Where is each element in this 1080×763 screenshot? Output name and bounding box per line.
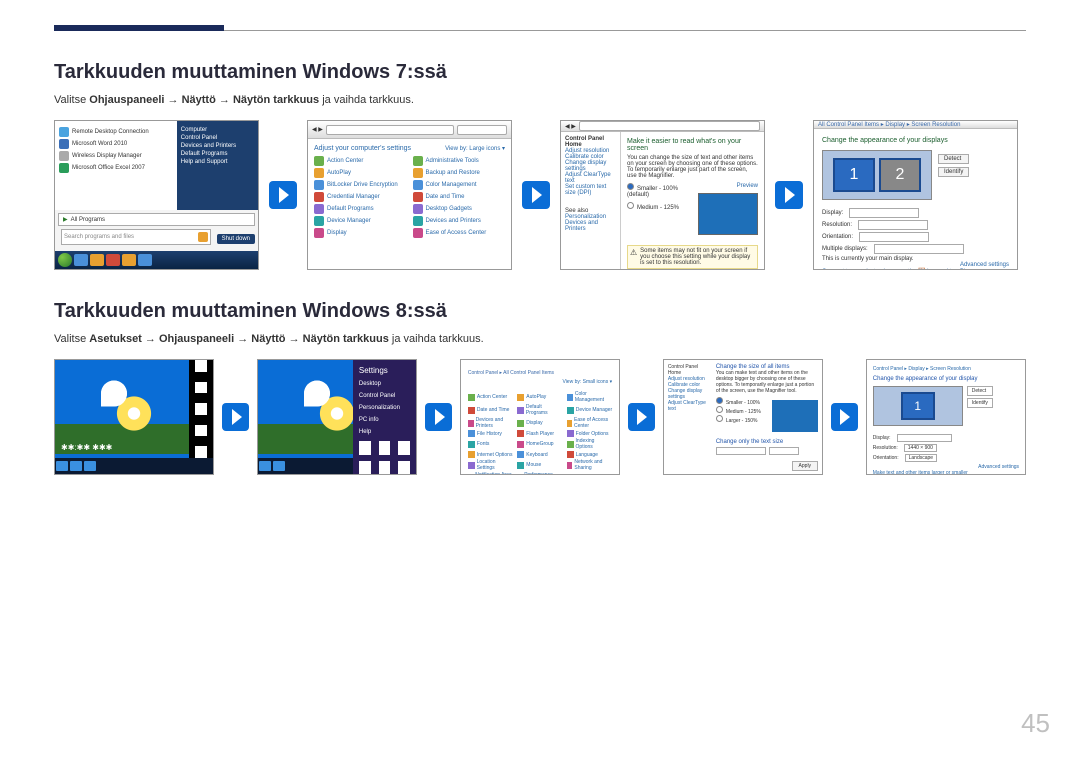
win8-heading: Tarkkuuden muuttaminen Windows 8:ssä <box>54 300 1026 323</box>
arrow-icon <box>775 181 803 209</box>
charms-bar <box>189 360 213 458</box>
win7-heading: Tarkkuuden muuttaminen Windows 7:ssä <box>54 61 1026 84</box>
arrow-icon <box>222 403 249 431</box>
win7-thumb-start-menu: Remote Desktop Connection Microsoft Word… <box>54 120 259 270</box>
page-number: 45 <box>1021 708 1050 739</box>
start-menu-right: Computer Control Panel Devices and Print… <box>177 121 258 210</box>
win8-thumb-display: Control Panel Home Adjust resolution Cal… <box>663 359 823 475</box>
arrow-icon <box>269 181 297 209</box>
win8-desc: Valitse Asetukset → Ohjauspaneeli → Näyt… <box>54 333 1026 345</box>
win8-thumb-settings: Settings Desktop Control Panel Personali… <box>257 359 417 475</box>
win8-thumb-charms: ✱✱:✱✱ ✱✱✱ <box>54 359 214 475</box>
win7-thumb-control-panel: ◀ ▶ Adjust your computer's settingsView … <box>307 120 512 270</box>
start-menu-apps: Remote Desktop Connection Microsoft Word… <box>55 121 177 210</box>
arrow-icon <box>831 403 858 431</box>
win8-thumb-control-panel: Control Panel ▸ All Control Panel Items … <box>460 359 620 475</box>
win7-thumb-resolution: All Control Panel Items ▸ Display ▸ Scre… <box>813 120 1018 270</box>
arrow-icon <box>425 403 452 431</box>
start-orb-icon <box>58 253 72 267</box>
win7-thumb-display: ◀ ▶ Control Panel Home Adjust resolution… <box>560 120 765 270</box>
arrow-icon <box>628 403 655 431</box>
arrow-icon <box>522 181 550 209</box>
win7-desc: Valitse Ohjauspaneeli → Näyttö → Näytön … <box>54 94 1026 106</box>
win8-thumb-resolution: Control Panel ▸ Display ▸ Screen Resolut… <box>866 359 1026 475</box>
